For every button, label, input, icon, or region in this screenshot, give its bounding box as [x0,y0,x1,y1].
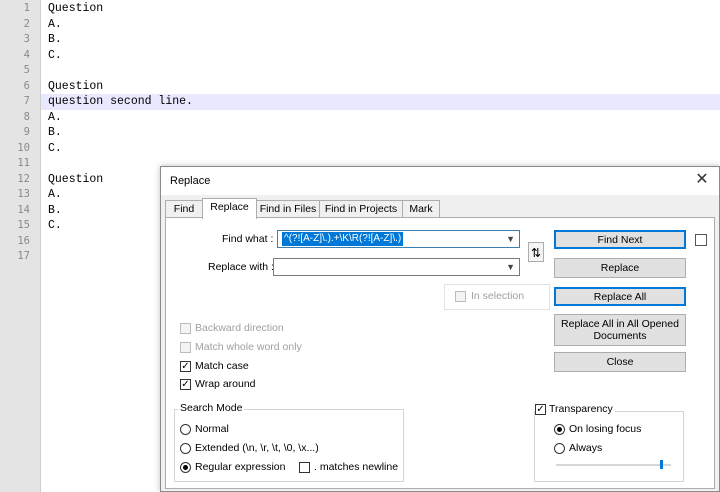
search-mode-legend: Search Mode [178,402,245,414]
line-number: 4 [23,48,30,61]
tab-replace[interactable]: Replace [202,198,257,219]
editor-line[interactable]: B. [41,32,720,48]
editor-line[interactable]: question second line. [41,94,720,110]
backward-direction-checkbox[interactable] [180,323,191,334]
normal-label: Normal [195,423,229,435]
replace-panel: Find what : ^(?![A-Z]\.).+\K\R(?![A-Z]\.… [165,217,715,489]
close-button[interactable]: Close [554,352,686,372]
normal-radio[interactable] [180,424,191,435]
find-next-button[interactable]: Find Next [554,230,686,249]
line-number: 11 [17,157,30,169]
editor-line[interactable]: C. [41,48,720,64]
line-number: 16 [17,234,30,247]
tab-find[interactable]: Find [165,200,203,218]
replace-with-label: Replace with : [208,261,274,273]
in-selection-checkbox[interactable] [455,291,466,302]
chevron-down-icon[interactable]: ▼ [506,259,515,275]
editor-line-text: A. [48,188,62,201]
regex-label: Regular expression [195,461,286,473]
tab-find-in-projects[interactable]: Find in Projects [319,200,403,218]
line-number: 6 [23,79,30,92]
swap-icon[interactable]: ⇅ [528,242,544,262]
line-number: 12 [17,172,30,185]
radio-selected-dot [183,465,188,470]
radio-selected-dot [557,427,562,432]
find-next-option-checkbox[interactable] [695,234,707,246]
extended-radio[interactable] [180,443,191,454]
line-number: 10 [17,141,30,154]
line-number: 13 [17,188,30,200]
editor-line[interactable]: Question [41,79,720,95]
match-case-label: Match case [195,360,249,372]
in-selection-label: In selection [471,290,525,302]
line-number: 2 [23,17,30,30]
line-number: 7 [23,95,30,107]
backward-direction-label: Backward direction [195,322,284,334]
replace-all-button[interactable]: Replace All [554,287,686,306]
line-number: 8 [23,110,30,123]
editor-line[interactable]: Question [41,1,720,17]
find-what-label: Find what : [222,233,274,245]
find-what-input[interactable]: ^(?![A-Z]\.).+\K\R(?![A-Z]\.) ▼ [277,230,520,248]
extended-label: Extended (\n, \r, \t, \0, \x...) [195,442,319,454]
transparency-checkbox[interactable]: ✓ [535,404,546,415]
editor-line-text: B. [48,126,62,139]
editor-line[interactable]: C. [41,141,720,157]
line-number: 17 [17,250,30,262]
line-number: 15 [17,219,30,231]
replace-with-input[interactable]: ▼ [273,258,520,276]
wrap-around-label: Wrap around [195,378,256,390]
editor-line[interactable]: A. [41,110,720,126]
dialog-titlebar: Replace ✕ [161,167,719,195]
transparency-slider-thumb[interactable] [659,460,663,469]
matches-newline-label: . matches newline [314,461,399,473]
transparency-label: Transparency [547,403,615,415]
on-losing-focus-radio[interactable] [554,424,565,435]
tab-mark[interactable]: Mark [402,200,440,218]
editor-line-text: A. [48,110,62,124]
line-number: 14 [17,203,30,216]
wrap-around-checkbox[interactable]: ✓ [180,379,191,390]
editor-line-text: C. [48,48,62,62]
chevron-down-icon[interactable]: ▼ [506,231,515,247]
editor-line[interactable] [41,63,720,79]
editor-line-text: Question [48,2,104,15]
match-whole-word-checkbox[interactable] [180,342,191,353]
editor-line-text: Question [48,79,104,93]
match-case-checkbox[interactable]: ✓ [180,361,191,372]
always-radio[interactable] [554,443,565,454]
find-what-value: ^(?![A-Z]\.).+\K\R(?![A-Z]\.) [282,232,404,246]
editor-line[interactable]: A. [41,17,720,33]
editor-line-text: Question [48,172,104,186]
replace-all-opened-docs-button[interactable]: Replace All in All Opened Documents [554,314,686,346]
editor-line-text: B. [48,203,62,217]
close-icon[interactable]: ✕ [693,171,711,189]
editor-line-text: C. [48,141,62,155]
line-number: 3 [23,33,30,45]
editor-line[interactable]: B. [41,125,720,141]
editor-line-text: C. [48,219,62,232]
editor-line-text: A. [48,17,62,31]
always-label: Always [569,442,603,454]
matches-newline-checkbox[interactable] [299,462,310,473]
dialog-title: Replace [170,175,211,187]
replace-button[interactable]: Replace [554,258,686,278]
line-number: 5 [23,64,30,76]
on-losing-focus-label: On losing focus [569,423,642,435]
line-number: 9 [23,126,30,138]
editor-line-text: question second line. [48,95,193,108]
editor-line-text: B. [48,33,62,46]
tab-find-in-files[interactable]: Find in Files [256,200,320,218]
replace-dialog: Replace ✕ Find Replace Find in Files Fin… [160,166,720,492]
regex-radio[interactable] [180,462,191,473]
match-whole-word-label: Match whole word only [195,341,302,353]
transparency-slider-track[interactable] [556,464,671,466]
line-number: 1 [23,2,30,14]
